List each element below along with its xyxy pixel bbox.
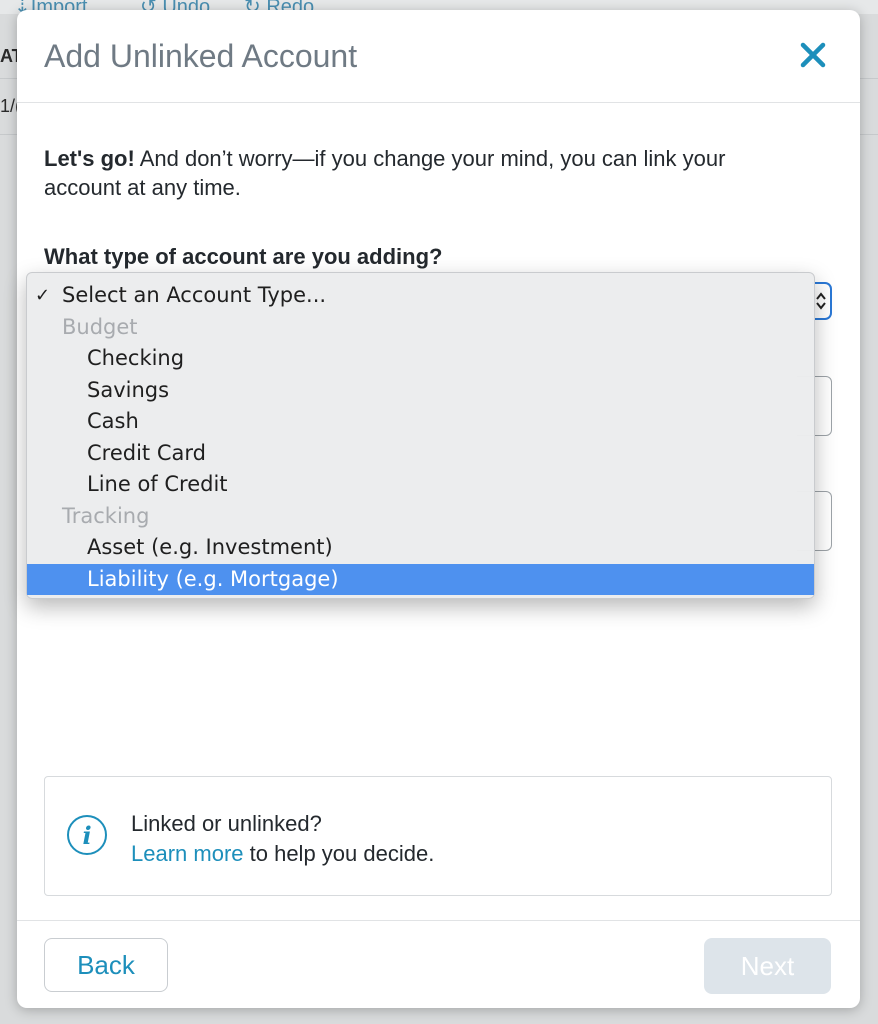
- intro-bold: Let's go!: [44, 146, 135, 171]
- account-type-dropdown: ✓ Select an Account Type... Budget Check…: [26, 272, 815, 599]
- intro-text: Let's go! And don’t worry—if you change …: [44, 144, 804, 202]
- dropdown-option-savings[interactable]: Savings: [27, 375, 814, 407]
- dropdown-option-label: Liability (e.g. Mortgage): [87, 566, 339, 591]
- dropdown-group-label: Budget: [62, 314, 138, 339]
- dropdown-group-tracking: Tracking: [27, 501, 814, 533]
- dropdown-option-label: Asset (e.g. Investment): [87, 535, 333, 559]
- modal-header: Add Unlinked Account: [17, 10, 860, 103]
- learn-more-link[interactable]: Learn more: [131, 841, 244, 866]
- close-button[interactable]: [796, 38, 830, 72]
- dropdown-option-placeholder[interactable]: ✓ Select an Account Type...: [27, 280, 814, 312]
- dropdown-option-line-of-credit[interactable]: Line of Credit: [27, 469, 814, 501]
- dropdown-option-asset[interactable]: Asset (e.g. Investment): [27, 532, 814, 564]
- select-arrows-icon: [816, 292, 826, 310]
- dropdown-option-checking[interactable]: Checking: [27, 343, 814, 375]
- dropdown-option-label: Checking: [87, 346, 185, 370]
- intro-body: And don’t worry—if you change your mind,…: [44, 146, 726, 200]
- dropdown-option-credit-card[interactable]: Credit Card: [27, 438, 814, 470]
- footer-divider: [17, 920, 860, 921]
- dropdown-option-label: Credit Card: [87, 440, 206, 465]
- next-button[interactable]: Next: [704, 938, 831, 994]
- back-button[interactable]: Back: [44, 938, 168, 992]
- info-description: Learn more to help you decide.: [131, 841, 434, 867]
- dropdown-option-label: Cash: [87, 409, 139, 433]
- info-title: Linked or unlinked?: [131, 811, 322, 836]
- dropdown-option-label: Select an Account Type...: [62, 283, 327, 307]
- dropdown-option-label: Savings: [87, 377, 170, 402]
- info-box: i Linked or unlinked? Learn more to help…: [44, 776, 832, 896]
- info-description-rest: to help you decide.: [243, 841, 435, 866]
- account-type-select[interactable]: [812, 282, 832, 320]
- close-icon: [800, 42, 826, 68]
- dropdown-group-budget: Budget: [27, 312, 814, 344]
- checkmark-icon: ✓: [35, 285, 51, 306]
- account-type-question: What type of account are you adding?: [44, 244, 443, 269]
- dropdown-group-label: Tracking: [62, 503, 150, 528]
- dropdown-option-label: Line of Credit: [87, 472, 228, 496]
- info-icon: i: [67, 815, 107, 855]
- dropdown-option-cash[interactable]: Cash: [27, 406, 814, 438]
- dropdown-option-liability[interactable]: Liability (e.g. Mortgage): [27, 563, 814, 595]
- modal-title: Add Unlinked Account: [44, 38, 358, 74]
